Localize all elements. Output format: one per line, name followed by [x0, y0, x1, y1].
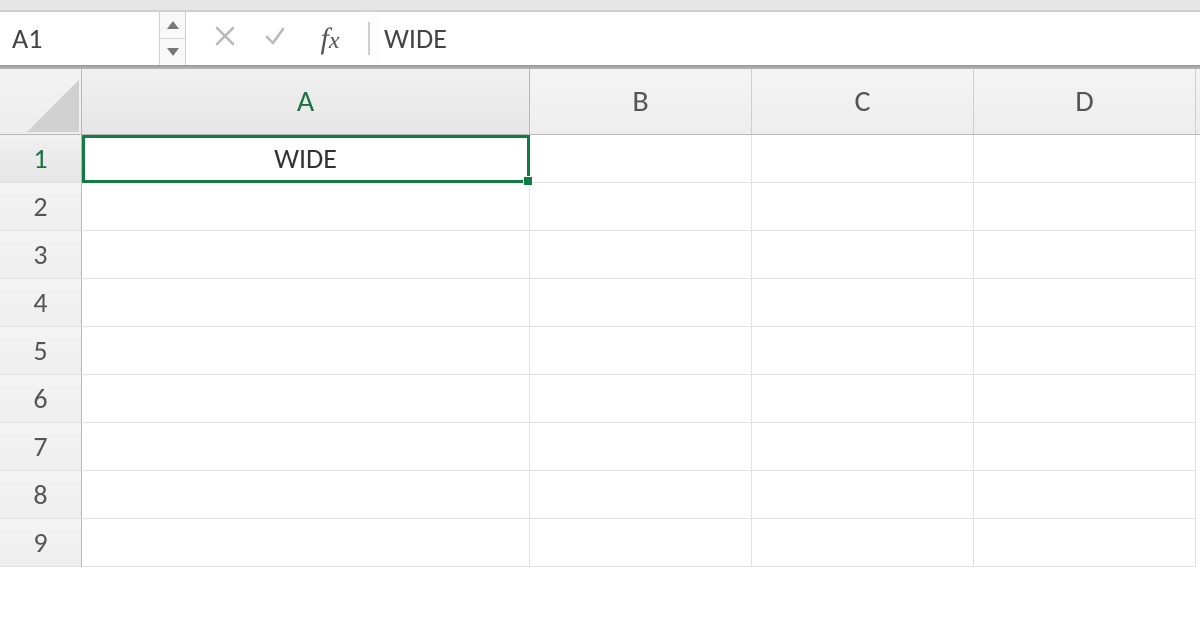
cell-A3[interactable] — [82, 231, 530, 279]
cell-C5[interactable] — [752, 327, 974, 375]
cell-C7[interactable] — [752, 423, 974, 471]
row-1: 1 WIDE — [0, 135, 1200, 183]
cell-B1[interactable] — [530, 135, 752, 183]
cell-D2[interactable] — [974, 183, 1196, 231]
cell-D6[interactable] — [974, 375, 1196, 423]
cell-D5[interactable] — [974, 327, 1196, 375]
row-header-6[interactable]: 6 — [0, 375, 82, 423]
cell-value: WIDE — [274, 141, 337, 176]
fx-icon: fx — [321, 22, 340, 56]
cell-C2[interactable] — [752, 183, 974, 231]
select-all-corner[interactable] — [0, 69, 82, 134]
row-5: 5 — [0, 327, 1200, 375]
insert-function-button[interactable]: fx — [300, 12, 360, 65]
grid-rows: 1 WIDE 2 3 4 — [0, 135, 1200, 567]
cell-C1[interactable] — [752, 135, 974, 183]
name-box[interactable]: A1 — [0, 12, 160, 65]
column-label: D — [1075, 83, 1093, 120]
row-header-9[interactable]: 9 — [0, 519, 82, 567]
cell-D4[interactable] — [974, 279, 1196, 327]
column-label: C — [855, 83, 871, 120]
row-2: 2 — [0, 183, 1200, 231]
cell-C3[interactable] — [752, 231, 974, 279]
column-header-D[interactable]: D — [974, 69, 1196, 134]
column-label: A — [297, 83, 314, 120]
cell-D3[interactable] — [974, 231, 1196, 279]
column-header-A[interactable]: A — [82, 69, 530, 134]
cell-B4[interactable] — [530, 279, 752, 327]
cell-B7[interactable] — [530, 423, 752, 471]
cell-C9[interactable] — [752, 519, 974, 567]
row-label: 8 — [33, 477, 47, 512]
cell-A6[interactable] — [82, 375, 530, 423]
name-box-value: A1 — [12, 21, 42, 56]
ribbon-spacer — [0, 0, 1200, 11]
row-header-2[interactable]: 2 — [0, 183, 82, 231]
cell-A2[interactable] — [82, 183, 530, 231]
column-header-B[interactable]: B — [530, 69, 752, 134]
cell-B6[interactable] — [530, 375, 752, 423]
cell-A1[interactable]: WIDE — [82, 135, 530, 183]
cell-D1[interactable] — [974, 135, 1196, 183]
column-headers: A B C D — [0, 69, 1200, 135]
cell-A9[interactable] — [82, 519, 530, 567]
enter-button[interactable] — [250, 12, 300, 65]
row-header-8[interactable]: 8 — [0, 471, 82, 519]
stepper-up-icon[interactable] — [160, 12, 185, 38]
row-header-5[interactable]: 5 — [0, 327, 82, 375]
row-label: 3 — [33, 237, 47, 272]
formula-bar: A1 fx WIDE — [0, 11, 1200, 67]
row-label: 9 — [33, 525, 47, 560]
spreadsheet-app: A1 fx WIDE — [0, 0, 1200, 628]
row-header-7[interactable]: 7 — [0, 423, 82, 471]
row-7: 7 — [0, 423, 1200, 471]
row-header-4[interactable]: 4 — [0, 279, 82, 327]
row-6: 6 — [0, 375, 1200, 423]
formula-bar-separator — [368, 22, 370, 55]
x-icon — [213, 21, 237, 56]
cell-C4[interactable] — [752, 279, 974, 327]
column-label: B — [632, 83, 648, 120]
row-8: 8 — [0, 471, 1200, 519]
row-label: 4 — [33, 285, 47, 320]
cell-A7[interactable] — [82, 423, 530, 471]
cell-A5[interactable] — [82, 327, 530, 375]
name-box-dropdown[interactable] — [160, 12, 186, 65]
cell-A4[interactable] — [82, 279, 530, 327]
row-label: 5 — [33, 333, 47, 368]
cell-D7[interactable] — [974, 423, 1196, 471]
cell-B3[interactable] — [530, 231, 752, 279]
row-4: 4 — [0, 279, 1200, 327]
row-header-1[interactable]: 1 — [0, 135, 82, 183]
row-9: 9 — [0, 519, 1200, 567]
column-header-C[interactable]: C — [752, 69, 974, 134]
row-header-3[interactable]: 3 — [0, 231, 82, 279]
cell-C6[interactable] — [752, 375, 974, 423]
formula-bar-gap — [186, 12, 200, 65]
cell-D9[interactable] — [974, 519, 1196, 567]
check-icon — [263, 21, 287, 56]
row-3: 3 — [0, 231, 1200, 279]
worksheet[interactable]: A B C D 1 WIDE 2 3 — [0, 67, 1200, 628]
cancel-button[interactable] — [200, 12, 250, 65]
row-label: 1 — [33, 141, 47, 176]
row-label: 6 — [33, 381, 47, 416]
formula-input[interactable]: WIDE — [378, 12, 1200, 65]
cell-B8[interactable] — [530, 471, 752, 519]
cell-D8[interactable] — [974, 471, 1196, 519]
cell-B5[interactable] — [530, 327, 752, 375]
formula-value: WIDE — [384, 21, 447, 56]
row-label: 7 — [33, 429, 47, 464]
cell-C8[interactable] — [752, 471, 974, 519]
stepper-down-icon[interactable] — [160, 38, 185, 65]
cell-B2[interactable] — [530, 183, 752, 231]
row-label: 2 — [33, 189, 47, 224]
cell-B9[interactable] — [530, 519, 752, 567]
cell-A8[interactable] — [82, 471, 530, 519]
